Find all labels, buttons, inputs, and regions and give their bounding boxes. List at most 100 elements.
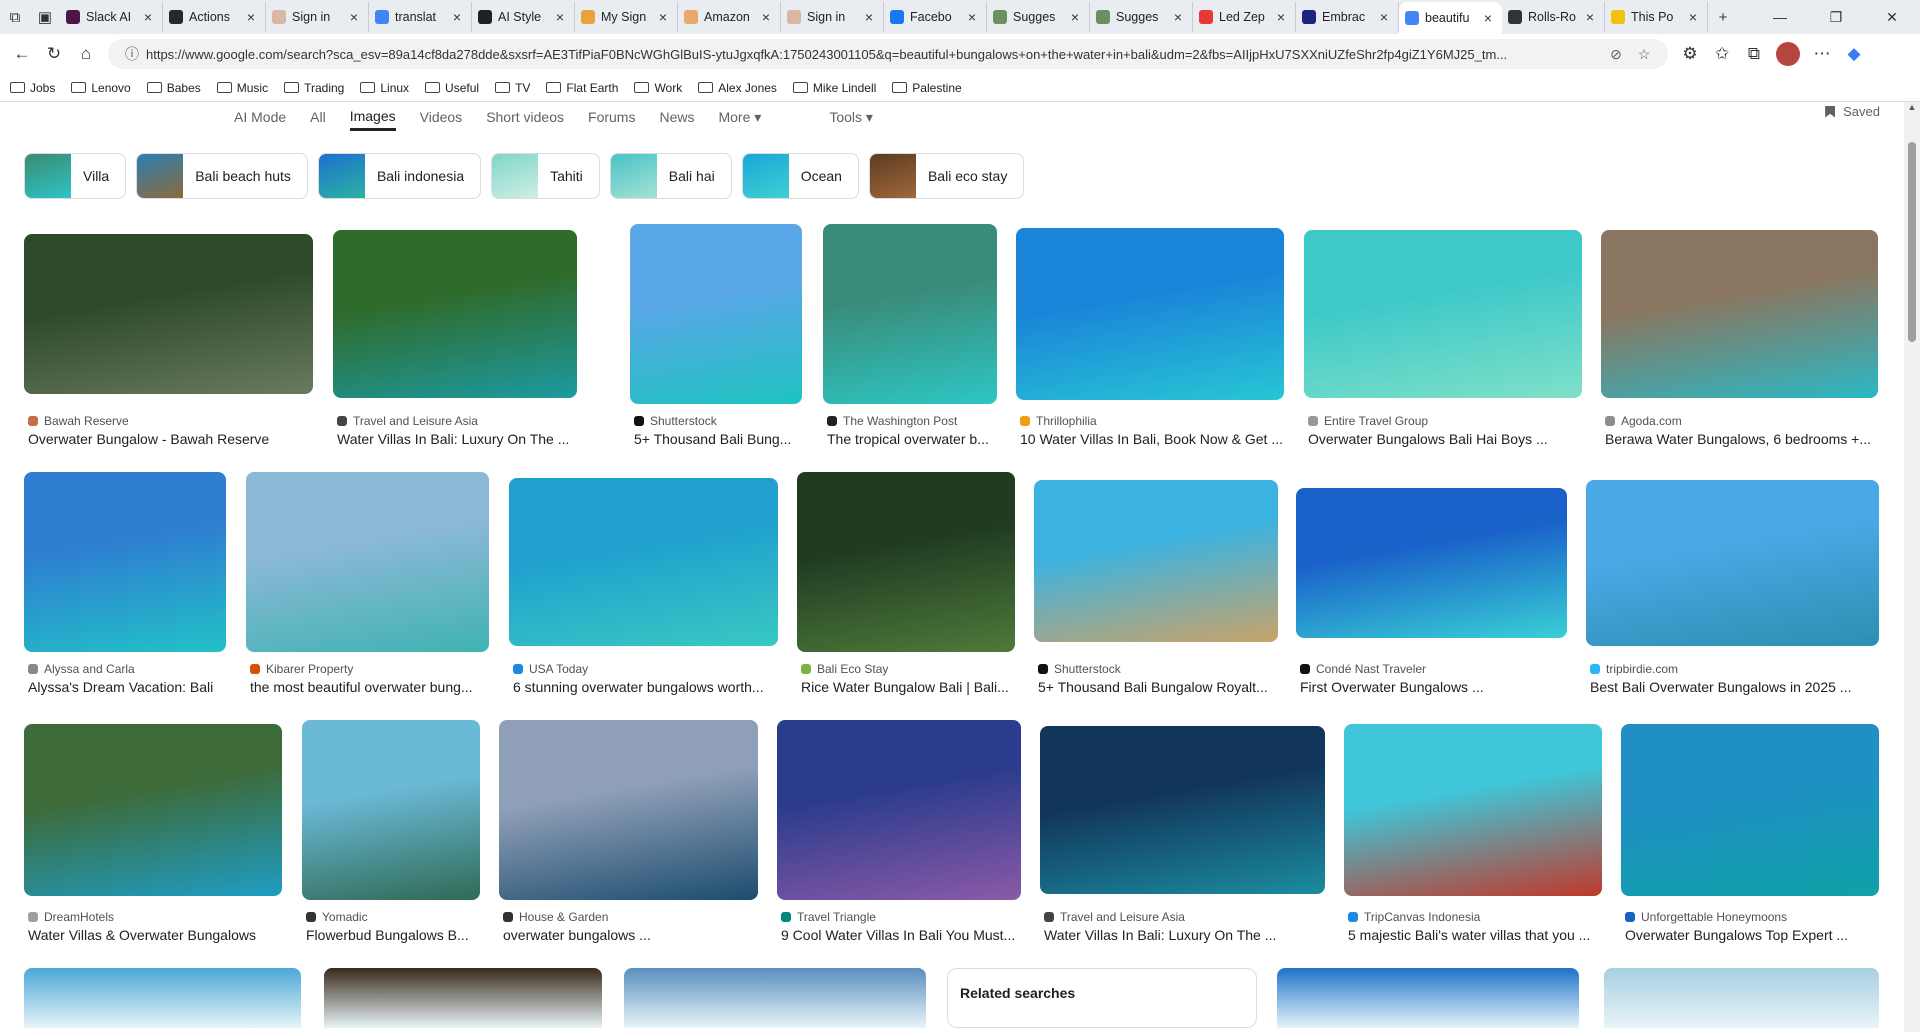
bookmark-folder[interactable]: Alex Jones xyxy=(698,81,777,95)
tab-close-icon[interactable]: × xyxy=(346,9,362,25)
result-source[interactable]: Alyssa and Carla xyxy=(28,662,135,676)
new-tab-button[interactable]: + xyxy=(1708,2,1738,32)
result-source[interactable]: The Washington Post xyxy=(827,414,957,428)
result-title[interactable]: Water Villas In Bali: Luxury On The ... xyxy=(1044,927,1325,943)
image-result[interactable]: Shutterstock 5+ Thousand Bali Bung... xyxy=(630,224,802,447)
minimize-button[interactable]: — xyxy=(1752,0,1808,34)
image-result[interactable]: Agoda.com Berawa Water Bungalows, 6 bedr… xyxy=(1601,224,1878,447)
browser-tab[interactable]: Sugges × xyxy=(987,2,1090,32)
result-title[interactable]: Overwater Bungalows Top Expert ... xyxy=(1625,927,1879,943)
site-info-icon[interactable]: ⓘ xyxy=(118,44,146,64)
result-thumbnail[interactable] xyxy=(624,968,926,1028)
result-thumbnail[interactable] xyxy=(630,224,802,404)
result-thumbnail[interactable] xyxy=(324,968,602,1028)
image-result[interactable]: Entire Travel Group Overwater Bungalows … xyxy=(1304,224,1582,447)
result-title[interactable]: Best Bali Overwater Bungalows in 2025 ..… xyxy=(1590,679,1879,695)
result-source[interactable]: Yomadic xyxy=(306,910,368,924)
result-thumbnail[interactable] xyxy=(1344,724,1602,896)
result-source[interactable]: tripbirdie.com xyxy=(1590,662,1678,676)
bookmark-folder[interactable]: Trading xyxy=(284,81,344,95)
tab-close-icon[interactable]: × xyxy=(1067,9,1083,25)
scroll-up-icon[interactable]: ▲ xyxy=(1904,102,1920,112)
bookmark-folder[interactable]: Babes xyxy=(146,81,201,95)
tab-close-icon[interactable]: × xyxy=(243,9,259,25)
refinement-chip[interactable]: Bali indonesia xyxy=(317,153,482,199)
result-thumbnail[interactable] xyxy=(1040,726,1325,894)
image-result[interactable]: TripCanvas Indonesia 5 majestic Bali's w… xyxy=(1344,720,1602,943)
browser-tab[interactable]: Led Zep × xyxy=(1193,2,1296,32)
browser-tab[interactable]: This Po × xyxy=(1605,2,1708,32)
result-source[interactable]: Travel and Leisure Asia xyxy=(337,414,478,428)
tab-close-icon[interactable]: × xyxy=(861,9,877,25)
browser-tab[interactable]: Sugges × xyxy=(1090,2,1193,32)
result-title[interactable]: overwater bungalows ... xyxy=(503,927,758,943)
result-title[interactable]: 5+ Thousand Bali Bungalow Royalt... xyxy=(1038,679,1278,695)
tab-close-icon[interactable]: × xyxy=(552,9,568,25)
search-tab[interactable]: All xyxy=(310,105,326,129)
result-thumbnail[interactable] xyxy=(333,230,577,398)
image-result[interactable]: Travel and Leisure Asia Water Villas In … xyxy=(1040,720,1325,943)
workspaces-icon[interactable]: ⧉ xyxy=(0,2,30,32)
search-tab[interactable]: Videos xyxy=(420,105,463,129)
result-thumbnail[interactable] xyxy=(24,472,226,652)
result-source[interactable]: House & Garden xyxy=(503,910,608,924)
tab-actions-icon[interactable]: ▣ xyxy=(30,2,60,32)
result-source[interactable]: Agoda.com xyxy=(1605,414,1682,428)
result-title[interactable]: Water Villas In Bali: Luxury On The ... xyxy=(337,431,577,447)
tracking-prevention-icon[interactable]: ⊘ xyxy=(1602,46,1630,63)
saved-link[interactable]: Saved xyxy=(1825,104,1880,119)
refinement-chip[interactable]: Bali eco stay xyxy=(868,153,1025,199)
refinement-chip[interactable]: Villa xyxy=(24,153,127,199)
bookmark-folder[interactable]: Music xyxy=(216,81,268,95)
result-source[interactable]: USA Today xyxy=(513,662,588,676)
result-source[interactable]: Shutterstock xyxy=(1038,662,1121,676)
bookmark-folder[interactable]: Useful xyxy=(425,81,479,95)
result-thumbnail[interactable] xyxy=(1601,230,1878,398)
image-result[interactable] xyxy=(1604,968,1879,1028)
image-result[interactable]: Bali Eco Stay Rice Water Bungalow Bali |… xyxy=(797,472,1015,695)
tab-close-icon[interactable]: × xyxy=(140,9,156,25)
browser-tab[interactable]: translat × xyxy=(369,2,472,32)
result-thumbnail[interactable] xyxy=(499,720,758,900)
result-source[interactable]: Travel Triangle xyxy=(781,910,876,924)
result-title[interactable]: the most beautiful overwater bung... xyxy=(250,679,489,695)
bookmark-folder[interactable]: Work xyxy=(634,81,682,95)
close-window-button[interactable]: ✕ xyxy=(1864,0,1920,34)
result-title[interactable]: Berawa Water Bungalows, 6 bedrooms +... xyxy=(1605,431,1878,447)
result-source[interactable]: DreamHotels xyxy=(28,910,114,924)
result-thumbnail[interactable] xyxy=(1604,968,1879,1028)
search-tab[interactable]: News xyxy=(659,105,694,129)
result-thumbnail[interactable] xyxy=(1586,480,1879,646)
image-result[interactable]: Shutterstock 5+ Thousand Bali Bungalow R… xyxy=(1034,472,1278,695)
result-source[interactable]: Travel and Leisure Asia xyxy=(1044,910,1185,924)
bookmark-folder[interactable]: Mike Lindell xyxy=(792,81,876,95)
more-menu-icon[interactable]: ⋯ xyxy=(1806,38,1838,70)
bookmark-folder[interactable]: Jobs xyxy=(10,81,55,95)
result-source[interactable]: Bawah Reserve xyxy=(28,414,129,428)
tab-close-icon[interactable]: × xyxy=(1376,9,1392,25)
tab-close-icon[interactable]: × xyxy=(1582,9,1598,25)
tab-close-icon[interactable]: × xyxy=(964,9,980,25)
tab-close-icon[interactable]: × xyxy=(449,9,465,25)
image-result[interactable]: Kibarer Property the most beautiful over… xyxy=(246,472,489,695)
favorite-star-icon[interactable]: ☆ xyxy=(1630,46,1658,63)
image-result[interactable] xyxy=(1277,968,1579,1028)
result-title[interactable]: Rice Water Bungalow Bali | Bali... xyxy=(801,679,1015,695)
refinement-chip[interactable]: Tahiti xyxy=(491,153,600,199)
result-title[interactable]: Flowerbud Bungalows B... xyxy=(306,927,480,943)
search-tab[interactable]: AI Mode xyxy=(234,105,286,129)
result-thumbnail[interactable] xyxy=(1016,228,1284,400)
result-title[interactable]: 10 Water Villas In Bali, Book Now & Get … xyxy=(1020,431,1284,447)
result-thumbnail[interactable] xyxy=(1034,480,1278,642)
search-tab[interactable]: Short videos xyxy=(486,105,564,129)
browser-tab[interactable]: My Sign × xyxy=(575,2,678,32)
vertical-scrollbar[interactable]: ▲ xyxy=(1904,102,1920,1032)
image-result[interactable]: DreamHotels Water Villas & Overwater Bun… xyxy=(24,720,282,943)
image-result[interactable]: USA Today 6 stunning overwater bungalows… xyxy=(509,472,778,695)
profile-avatar[interactable] xyxy=(1776,42,1800,66)
result-thumbnail[interactable] xyxy=(1621,724,1879,896)
bookmark-folder[interactable]: TV xyxy=(495,81,530,95)
result-thumbnail[interactable] xyxy=(1277,968,1579,1028)
result-title[interactable]: Overwater Bungalow - Bawah Reserve xyxy=(28,431,313,447)
reload-button[interactable]: ↻ xyxy=(38,38,70,70)
